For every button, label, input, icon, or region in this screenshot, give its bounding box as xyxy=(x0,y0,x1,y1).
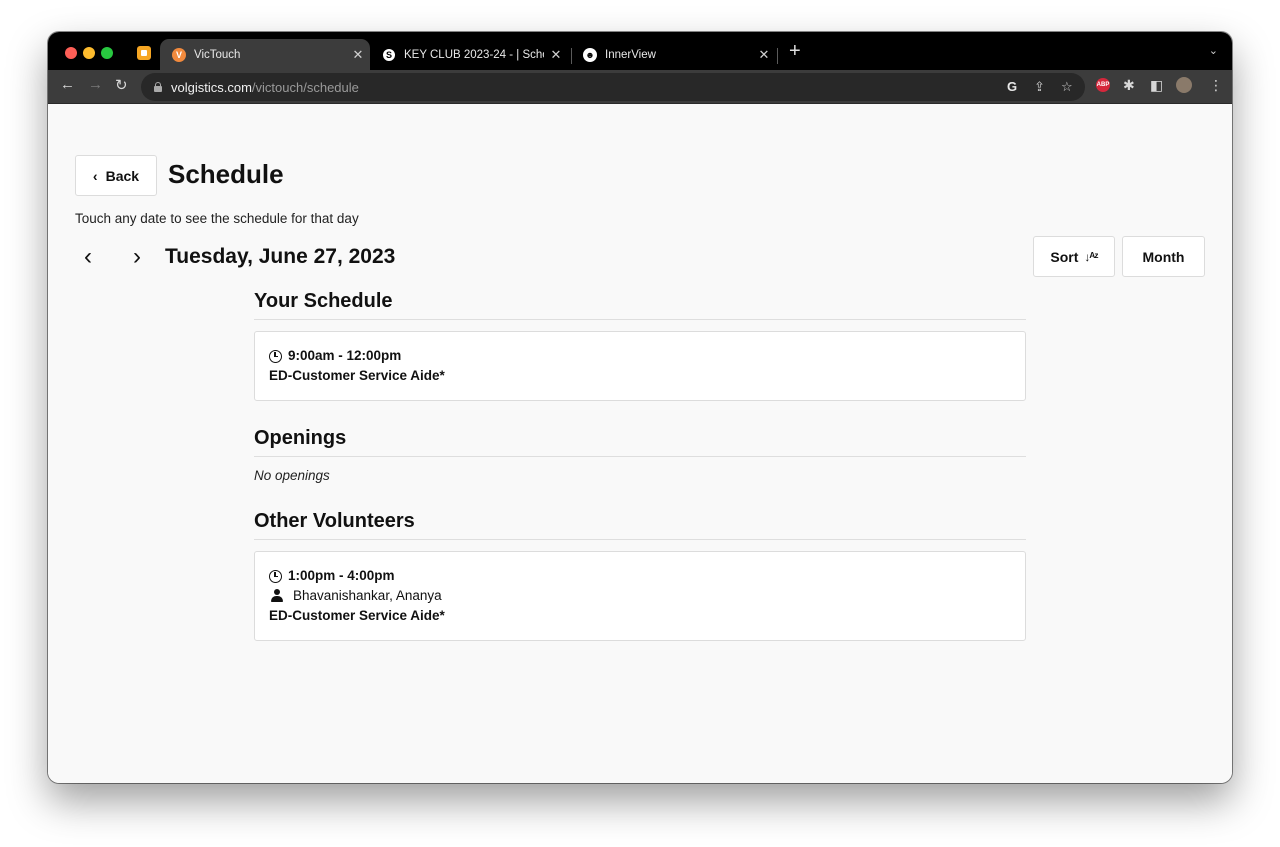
next-day-icon[interactable]: › xyxy=(133,243,141,271)
back-button[interactable]: ‹ Back xyxy=(75,155,157,196)
profile-avatar-icon[interactable] xyxy=(1176,77,1192,93)
browser-menu-icon[interactable]: ⋮ xyxy=(1209,77,1223,94)
tab-divider xyxy=(777,48,778,64)
person-icon xyxy=(270,589,284,603)
shift-time-text: 1:00pm - 4:00pm xyxy=(288,568,395,583)
page-title: Schedule xyxy=(168,159,284,189)
previous-day-icon[interactable]: ‹ xyxy=(84,243,92,271)
schedule-card[interactable]: 9:00am - 12:00pm ED-Customer Service Aid… xyxy=(254,331,1026,401)
month-button[interactable]: Month xyxy=(1122,236,1205,277)
section-heading: Openings xyxy=(254,427,1026,457)
tab-victouch[interactable]: V VicTouch ✕ xyxy=(160,39,370,70)
chevron-left-icon: ‹ xyxy=(92,167,98,184)
schedule-page: ‹ Back Schedule Touch any date to see th… xyxy=(48,104,1232,783)
innerview-favicon-icon: ☻ xyxy=(583,47,597,62)
maximize-window-button[interactable] xyxy=(101,47,113,59)
victouch-favicon-icon: V xyxy=(172,47,186,62)
clock-icon xyxy=(269,569,282,583)
other-volunteers-section: Other Volunteers 1:00pm - 4:00pm Bhavani… xyxy=(254,510,1026,641)
close-window-button[interactable] xyxy=(65,47,77,59)
month-label: Month xyxy=(1142,248,1185,265)
back-arrow-icon[interactable]: ← xyxy=(60,76,75,93)
url-domain: volgistics.com xyxy=(171,79,252,95)
url-text[interactable]: volgistics.com/victouch/schedule xyxy=(171,80,359,95)
no-openings-text: No openings xyxy=(254,468,330,483)
reload-icon[interactable]: ↻ xyxy=(115,76,128,94)
assignment-name: ED-Customer Service Aide* xyxy=(269,368,445,383)
tab-search-chevron-icon[interactable]: ⌄ xyxy=(1209,44,1218,57)
shift-time-text: 9:00am - 12:00pm xyxy=(288,348,402,363)
side-panel-icon[interactable]: ◧ xyxy=(1150,77,1163,94)
url-path: /victouch/schedule xyxy=(251,79,359,95)
assignment-name: ED-Customer Service Aide* xyxy=(269,608,445,623)
shift-time: 1:00pm - 4:00pm xyxy=(269,566,1011,586)
tab-title: KEY CLUB 2023-24 - | Schoo xyxy=(404,48,544,61)
tab-close-icon[interactable]: ✕ xyxy=(346,47,370,63)
sort-button[interactable]: Sort ↓ᴬᶻ xyxy=(1033,236,1115,277)
volunteer-name-text: Bhavanishankar, Ananya xyxy=(293,588,442,603)
section-heading: Other Volunteers xyxy=(254,510,1026,540)
schoology-favicon-icon: S xyxy=(382,47,396,62)
browser-window: V VicTouch ✕ S KEY CLUB 2023-24 - | Scho… xyxy=(48,32,1232,783)
volunteer-name: Bhavanishankar, Ananya xyxy=(269,586,1011,606)
extensions-puzzle-icon[interactable]: ✱ xyxy=(1123,77,1135,94)
pinned-tab-icon[interactable] xyxy=(137,46,151,60)
tab-title: InnerView xyxy=(605,48,656,61)
tab-close-icon[interactable]: ✕ xyxy=(752,47,776,63)
tab-title: VicTouch xyxy=(194,48,241,61)
back-label: Back xyxy=(105,167,140,184)
google-lens-icon[interactable]: G xyxy=(1007,79,1017,94)
share-icon[interactable]: ⇪ xyxy=(1034,79,1045,95)
clock-icon xyxy=(269,349,282,363)
openings-section: Openings No openings xyxy=(254,427,1026,483)
tab-innerview[interactable]: ☻ InnerView ✕ xyxy=(571,39,776,70)
shift-time: 9:00am - 12:00pm xyxy=(269,346,1011,366)
address-bar[interactable]: volgistics.com/victouch/schedule G ⇪ ☆ xyxy=(141,73,1085,101)
adblock-extension-icon[interactable]: ABP xyxy=(1096,78,1110,92)
sort-label: Sort xyxy=(1050,248,1079,265)
sort-az-icon: ↓ᴬᶻ xyxy=(1084,249,1098,264)
new-tab-icon[interactable]: + xyxy=(789,40,801,63)
bookmark-star-icon[interactable]: ☆ xyxy=(1061,79,1073,95)
tab-key-club[interactable]: S KEY CLUB 2023-24 - | Schoo ✕ xyxy=(370,39,568,70)
instruction-text: Touch any date to see the schedule for t… xyxy=(75,211,359,226)
volunteer-card[interactable]: 1:00pm - 4:00pm Bhavanishankar, Ananya E… xyxy=(254,551,1026,641)
current-date: Tuesday, June 27, 2023 xyxy=(165,245,396,268)
browser-toolbar: ← → ↻ volgistics.com/victouch/schedule G… xyxy=(48,70,1232,104)
your-schedule-section: Your Schedule 9:00am - 12:00pm ED-Custom… xyxy=(254,290,1026,401)
section-heading: Your Schedule xyxy=(254,290,1026,320)
minimize-window-button[interactable] xyxy=(83,47,95,59)
tab-close-icon[interactable]: ✕ xyxy=(544,47,568,63)
lock-icon[interactable] xyxy=(154,82,162,92)
tab-strip: V VicTouch ✕ S KEY CLUB 2023-24 - | Scho… xyxy=(48,32,1232,70)
forward-arrow-icon[interactable]: → xyxy=(88,76,103,93)
